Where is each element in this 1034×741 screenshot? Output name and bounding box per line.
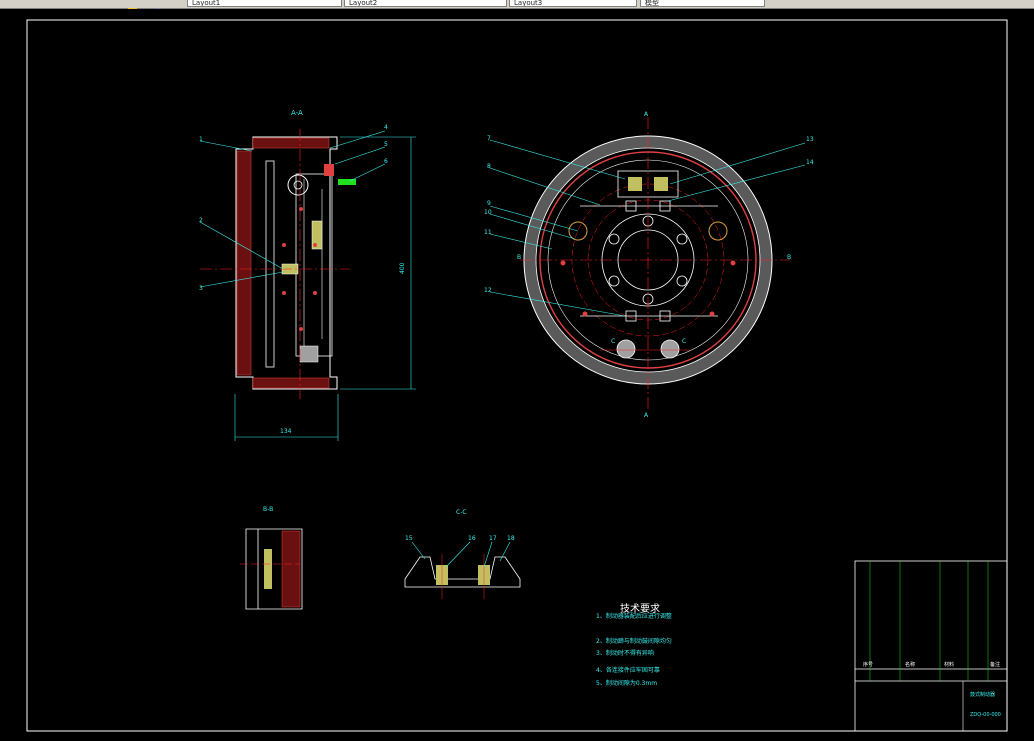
cad-drawing: A-A 134 400 1 2 3 4 5 6 A A B B C C 7 8 … (26, 19, 1008, 732)
drum-top-hatch (252, 137, 330, 149)
section-a-label: A-A (291, 109, 303, 117)
callout-13: 13 (806, 136, 814, 143)
callout-15: 15 (405, 535, 413, 542)
section-view-b: B-B (240, 506, 303, 610)
tech-item-4: 4、各连接件应牢固可靠 (596, 667, 660, 674)
callout-1: 1 (199, 136, 203, 143)
tech-item-3: 3、制动时不得有异响 (596, 650, 654, 657)
mark-a-bottom: A (644, 412, 649, 419)
tech-item-1: 1、制动器装配后应进行调整 (596, 613, 672, 620)
callout-6: 6 (384, 158, 388, 165)
mark-a-top: A (644, 111, 649, 118)
layer-icon[interactable] (152, 0, 164, 14)
callout-12: 12 (484, 287, 492, 294)
section-b-label: B-B (263, 506, 273, 513)
layout-tab-bar: Layout1 Layout2 Layout3 模型 (0, 0, 1034, 14)
tech-item-5: 5、制动间隙为0.3mm (596, 680, 658, 687)
callout-14: 14 (806, 159, 814, 166)
mark-c-left: C (611, 338, 615, 345)
drawing-number: ZDQ-00-000 (970, 712, 1001, 718)
drawing-canvas[interactable]: A-A 134 400 1 2 3 4 5 6 A A B B C C 7 8 … (0, 9, 1034, 741)
callout-17: 17 (489, 535, 497, 542)
front-view: A A B B C C 7 8 9 10 11 12 13 14 (484, 111, 814, 419)
callout-9: 9 (487, 200, 491, 207)
section-c-label: C-C (456, 509, 467, 516)
backing-plate (265, 160, 275, 368)
mark-b-left: B (517, 254, 521, 261)
drawing-title: 鼓式制动器 (970, 692, 996, 698)
drawing-border (26, 19, 1008, 732)
tech-item-2: 2、制动蹄与制动鼓间隙均匀 (596, 638, 672, 645)
tab-model[interactable]: 模型 (640, 0, 765, 7)
title-block (854, 560, 1008, 732)
callout-18: 18 (507, 535, 515, 542)
tab-layout2[interactable]: Layout2 (344, 0, 507, 7)
callout-10: 10 (484, 209, 492, 216)
bom-header-name: 名称 (905, 662, 916, 668)
callout-3: 3 (199, 285, 203, 292)
drum-bottom-hatch (252, 377, 330, 389)
tab-layout3[interactable]: Layout3 (509, 0, 637, 7)
mark-b-right: B (787, 254, 791, 261)
cad-application: Layout1 Layout2 Layout3 模型 A-A 134 400 1… (0, 0, 1034, 741)
bleeder-screw (338, 179, 356, 185)
anchor-pin (287, 174, 309, 196)
mark-c-right: C (682, 338, 686, 345)
bom-header-note: 备注 (990, 662, 1001, 668)
callout-16: 16 (468, 535, 476, 542)
dim-height: 400 (399, 262, 406, 274)
tab-layout1[interactable]: Layout1 (187, 0, 342, 7)
section-view-c: C-C 15 16 17 18 (404, 509, 521, 599)
section-view-a: A-A 134 400 1 2 3 4 5 6 (199, 109, 416, 441)
bom-header-material: 材料 (944, 662, 955, 668)
callout-7: 7 (487, 135, 491, 142)
callout-4: 4 (384, 124, 388, 131)
bom-header-no: 序号 (863, 662, 874, 668)
dim-width: 134 (280, 428, 292, 435)
callout-11: 11 (484, 229, 492, 236)
callout-5: 5 (384, 141, 388, 148)
pencil-icon[interactable] (127, 0, 139, 13)
drum-wall-hatch (236, 150, 252, 376)
lower-bracket (299, 345, 319, 363)
callout-2: 2 (199, 217, 203, 224)
callout-8: 8 (487, 163, 491, 170)
